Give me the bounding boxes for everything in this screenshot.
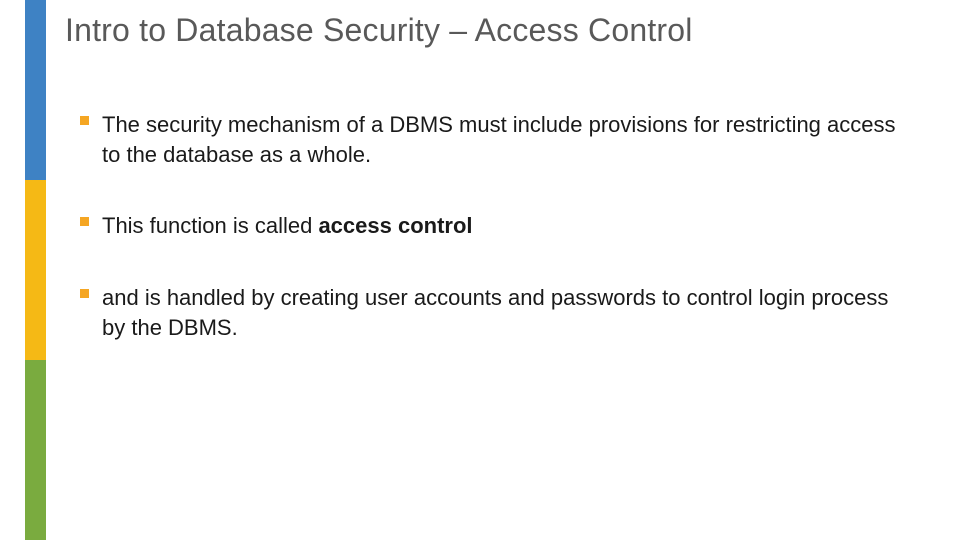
slide: Intro to Database Security – Access Cont… <box>0 0 960 540</box>
sidebar-seg-blue <box>25 0 46 180</box>
sidebar-color-bar <box>25 0 46 540</box>
bullet-text: and is handled by creating user accounts… <box>102 285 888 340</box>
bullet-list: The security mechanism of a DBMS must in… <box>80 110 900 384</box>
bullet-text: The security mechanism of a DBMS must in… <box>102 112 896 167</box>
bullet-item: This function is called access control <box>80 211 900 241</box>
sidebar-seg-green <box>25 360 46 540</box>
bullet-item: The security mechanism of a DBMS must in… <box>80 110 900 169</box>
bullet-text: This function is called <box>102 213 318 238</box>
bullet-text-bold: access control <box>318 213 472 238</box>
slide-title: Intro to Database Security – Access Cont… <box>65 12 693 49</box>
bullet-item: and is handled by creating user accounts… <box>80 283 900 342</box>
sidebar-seg-yellow <box>25 180 46 360</box>
